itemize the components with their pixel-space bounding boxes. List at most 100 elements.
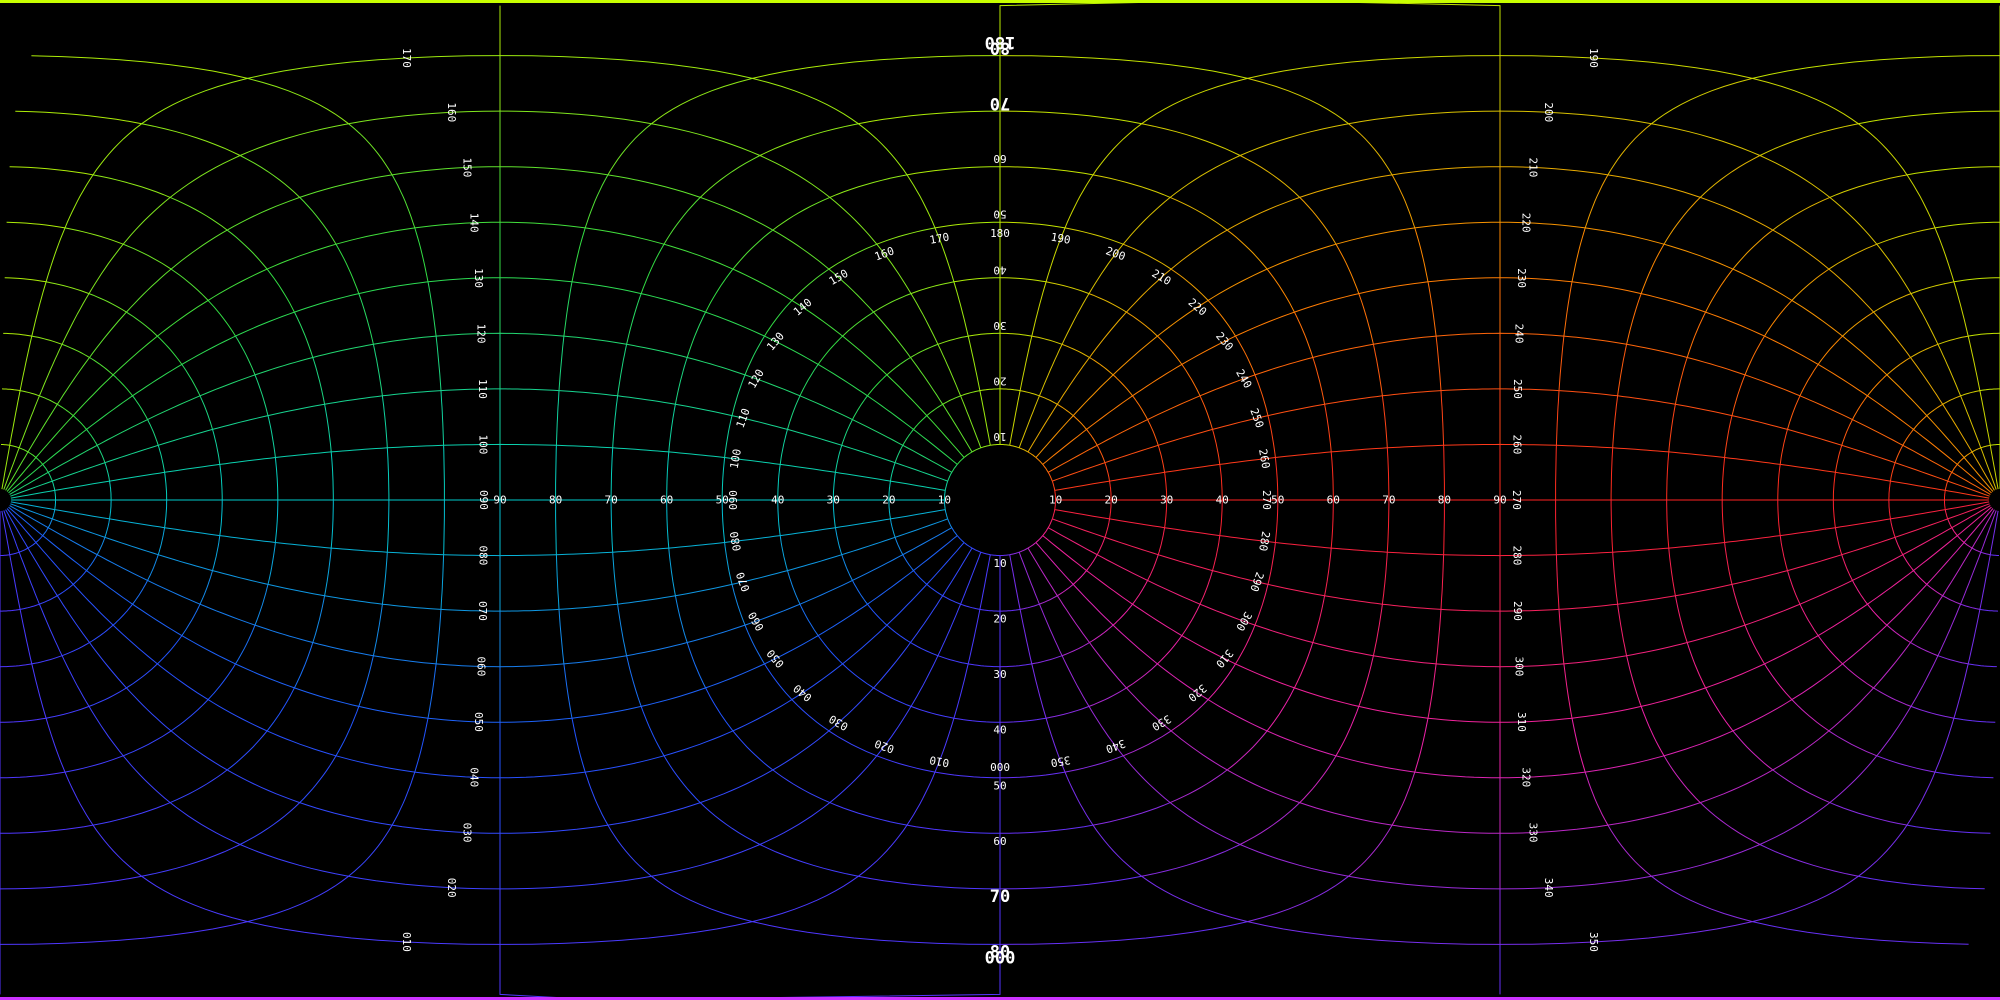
elevation-ring (1112, 603, 1133, 626)
elevation-ring (235, 624, 256, 665)
elevation-ring (1610, 500, 1614, 553)
elevation-ring (39, 595, 58, 605)
elevation-ring (1086, 429, 1098, 446)
azimuth-label-left: 220 (1519, 213, 1532, 233)
elevation-ring (1039, 595, 1058, 605)
azimuth-label-inner: 010 (928, 753, 950, 769)
elevation-ring (1951, 464, 1958, 473)
elevation-ring (293, 311, 314, 358)
elevation-ring (207, 663, 236, 700)
elevation-ring (666, 500, 670, 549)
elevation-ring (555, 500, 557, 555)
elevation-ring (266, 268, 295, 313)
elevation-ring (1951, 527, 1958, 536)
elev-label-right: 20 (1104, 494, 1117, 507)
elevation-ring (910, 642, 939, 657)
elevation-ring (1571, 227, 1586, 282)
elevation-ring (1312, 357, 1326, 405)
elevation-ring (1126, 311, 1158, 337)
elevation-ring (1777, 500, 1781, 536)
elevation-ring (239, 155, 301, 198)
elevation-ring (443, 500, 445, 555)
elevation-ring (705, 268, 734, 313)
elevation-ring (9, 166, 94, 176)
elevation-ring (626, 655, 642, 707)
elevation-ring (1752, 55, 2000, 79)
elevation-ring (254, 374, 269, 416)
elevation-ring (828, 730, 877, 757)
azimuth-label-inner: 060 (746, 609, 767, 633)
elevation-ring (841, 419, 853, 446)
elevation-ring (1324, 548, 1332, 596)
elevation-ring (169, 196, 228, 231)
elevation-ring (1686, 642, 1707, 689)
elevation-ring (829, 802, 908, 826)
elevation-ring (1607, 824, 1652, 877)
elevation-ring (1980, 551, 1991, 556)
elevation-ring (54, 490, 57, 501)
elevation-ring (791, 699, 830, 732)
elevation-ring (1199, 395, 1213, 430)
elevation-ring (1828, 243, 1877, 270)
azimuth-line (1018, 110, 1997, 490)
elevation-ring (1841, 419, 1853, 446)
elevation-ring (947, 518, 953, 528)
elevation-ring (1061, 642, 1090, 657)
elevation-ring (999, 824, 1094, 834)
elevation-ring (88, 687, 127, 707)
azimuth-label-right: 040 (468, 767, 481, 787)
elevation-ring (1607, 123, 1652, 176)
elevation-ring (873, 293, 912, 313)
elevation-ring (61, 343, 90, 358)
azimuth-label-left: 340 (1542, 878, 1555, 898)
elevation-ring (1612, 552, 1619, 605)
elevation-ring (1674, 595, 1688, 643)
elevation-ring (674, 357, 688, 405)
elev-label-up: 40 (993, 263, 1006, 276)
elevation-ring (1990, 443, 2000, 446)
elevation-ring (1169, 769, 1228, 804)
elevation-ring (612, 552, 619, 605)
elevation-ring (386, 500, 390, 553)
elevation-ring (1086, 554, 1098, 571)
elevation-ring (20, 603, 40, 610)
elevation-ring (1348, 123, 1393, 176)
elevation-ring (555, 445, 557, 500)
elevation-ring (1779, 429, 1788, 465)
elevation-ring (92, 802, 171, 826)
elevation-ring (1829, 802, 1908, 826)
elevation-ring (330, 500, 334, 549)
elevation-ring (1000, 388, 1021, 392)
elevation-ring (1817, 635, 1843, 665)
elevation-ring (1381, 395, 1388, 448)
elevation-ring (1047, 518, 1053, 528)
elevation-ring (953, 277, 1000, 283)
elevation-ring (1968, 663, 1997, 668)
azimuth-line (1018, 510, 1997, 890)
elevation-ring (937, 655, 969, 665)
elevation-ring (779, 429, 788, 465)
elevation-ring (358, 655, 374, 707)
elevation-ring (858, 875, 1001, 890)
azimuth-label-left: 290 (1511, 601, 1524, 621)
elevation-ring (980, 551, 991, 556)
elevation-ring (1348, 824, 1393, 877)
elev-label-right: 40 (1216, 494, 1229, 507)
elevation-ring (1787, 570, 1801, 605)
elevation-ring (15, 110, 142, 125)
elevation-ring (1705, 687, 1734, 732)
azimuth-label-inner: 280 (1256, 530, 1272, 552)
elevation-ring (686, 311, 707, 358)
elevation-ring (72, 415, 87, 430)
azimuth-label-inner: 040 (791, 681, 815, 704)
elevation-ring (1358, 293, 1374, 345)
azimuth-line (1047, 332, 1991, 495)
elevation-ring (1104, 462, 1111, 482)
elevation-ring (1764, 300, 1793, 337)
elevation-ring (953, 717, 1000, 723)
elevation-ring (1157, 445, 1166, 473)
elevation-ring (979, 608, 1000, 612)
elevation-ring (1752, 921, 1969, 945)
elevation-ring (132, 580, 149, 605)
elevation-ring (0, 824, 94, 834)
